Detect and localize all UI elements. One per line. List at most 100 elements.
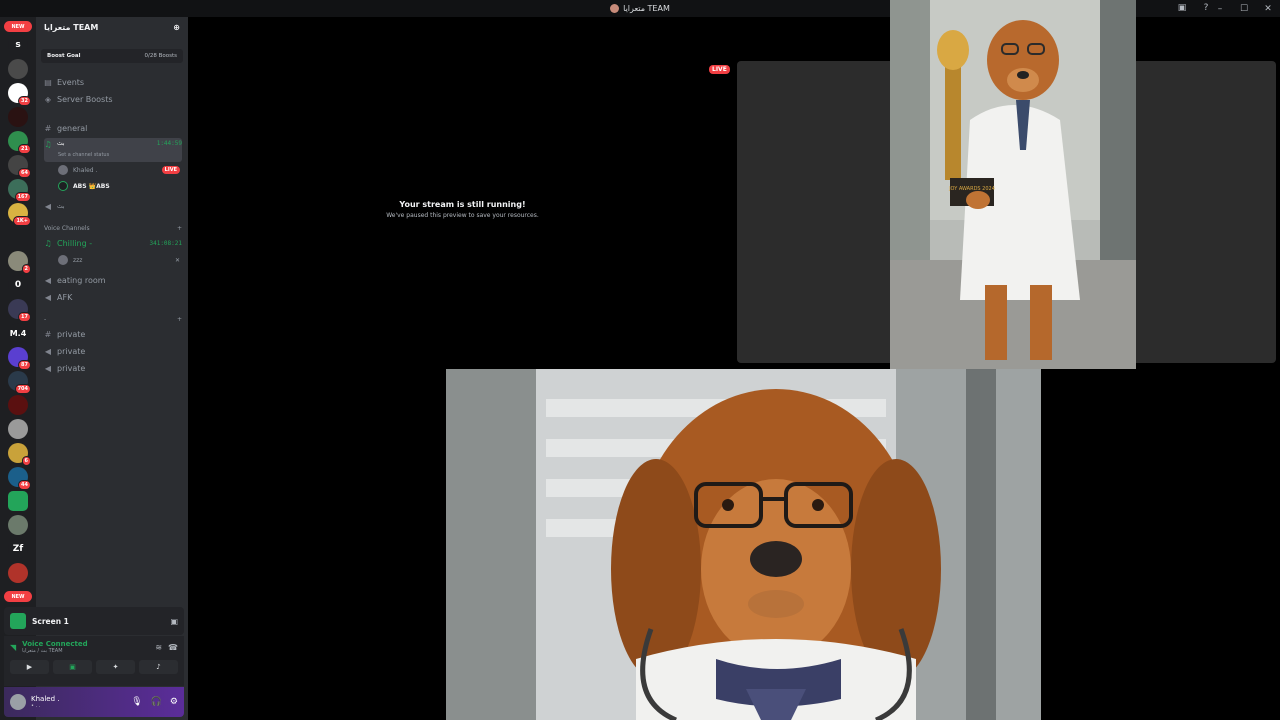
maximize-button[interactable]: ☐ <box>1232 4 1256 14</box>
channel-label: private <box>57 329 86 339</box>
plus-icon[interactable]: + <box>177 316 182 323</box>
channel-private-2[interactable]: ◀ private <box>44 344 182 358</box>
live-badge: LIVE <box>161 166 180 174</box>
disconnect-icon[interactable]: ☎ <box>168 643 178 652</box>
new-badge[interactable]: NEW <box>4 21 32 32</box>
server-icon[interactable] <box>8 395 28 415</box>
server-icon[interactable]: 21 <box>8 131 31 154</box>
server-icon[interactable]: 6 <box>8 443 31 466</box>
server-m4[interactable]: M.4 <box>8 323 28 343</box>
signal-icon[interactable]: ◥ <box>10 643 16 652</box>
gear-icon[interactable]: ⚙ <box>170 697 178 707</box>
voice-channel-chilling[interactable]: ♫ Chilling - 341:08:21 <box>44 236 182 250</box>
avatar[interactable] <box>10 694 26 710</box>
stop-stream-icon[interactable]: ▣ <box>170 617 178 626</box>
channel-label: private <box>57 346 86 356</box>
voice-location[interactable]: بث / متعرايا TEAM <box>22 648 88 654</box>
voice-user-name: ABS 👑ABS <box>73 182 110 190</box>
add-member-icon[interactable]: ⊕ <box>173 23 180 32</box>
server-0[interactable]: 0 <box>8 275 28 295</box>
mention-badge: 44 <box>18 480 31 490</box>
server-icon[interactable]: 87 <box>8 347 31 370</box>
server-s[interactable]: s <box>8 35 28 55</box>
camera-button[interactable]: ▶ <box>10 660 49 674</box>
mention-badge: 704 <box>14 384 31 394</box>
events-item[interactable]: ▤ Events <box>44 75 182 89</box>
boost-goal-label: Boost Goal <box>47 53 81 59</box>
server-icon[interactable]: 2 <box>8 251 31 274</box>
voice-channel-afk[interactable]: ◀ AFK <box>44 290 182 304</box>
voice-channel-eating-room[interactable]: ◀ eating room <box>44 273 182 287</box>
server-icon[interactable]: 44 <box>8 467 31 490</box>
server-icon[interactable]: 64 <box>8 155 31 178</box>
category-label: Voice Channels <box>44 225 90 232</box>
server-icon[interactable]: 704 <box>8 371 31 394</box>
server-icon[interactable]: 17 <box>8 299 31 322</box>
voice-channel-active[interactable]: ♫ بث 1:44:59 <box>44 138 182 162</box>
voice-user-name: Khaled . <box>73 166 98 174</box>
server-icon[interactable] <box>8 563 28 583</box>
minimize-button[interactable]: – <box>1208 4 1232 14</box>
channel-general-label: general <box>57 123 88 133</box>
hashtag-lock-icon: # <box>44 329 52 339</box>
stream-paused-notice: Your stream is still running! We've paus… <box>190 200 735 219</box>
hashtag-icon: # <box>44 123 52 133</box>
screen-label: Screen 1 <box>32 616 69 626</box>
server-icon[interactable] <box>8 515 28 535</box>
screen-share-panel[interactable]: Screen 1 ▣ <box>4 607 184 635</box>
speaker-icon: ♫ <box>44 140 52 149</box>
speaker-icon: ◀ <box>44 292 52 302</box>
server-name: متعرايا TEAM <box>44 22 99 32</box>
channel-private-3[interactable]: ◀ private <box>44 361 182 375</box>
mention-badge: 64 <box>18 168 31 178</box>
paused-title: Your stream is still running! <box>399 200 526 209</box>
speaker-icon: ♫ <box>44 238 52 248</box>
mention-badge: 1K+ <box>13 216 31 226</box>
category-voice-channels[interactable]: Voice Channels + <box>44 225 182 232</box>
boost-goal-bar[interactable]: Boost Goal 0/28 Boosts <box>41 49 183 63</box>
voice-user-zzz[interactable]: zzz ✕ <box>58 255 180 265</box>
server-icon[interactable]: 167 <box>8 179 31 202</box>
voice-channel-label: eating room <box>57 275 106 285</box>
live-badge: LIVE <box>709 65 730 74</box>
speaker-lock-icon: ◀ <box>44 363 52 373</box>
noise-suppression-icon[interactable]: ≋ <box>155 643 162 652</box>
voice-timer: 1:44:59 <box>156 140 182 147</box>
titlebar-icons: ▣ ? <box>1176 2 1212 14</box>
server-icon[interactable] <box>8 419 28 439</box>
channel-label: private <box>57 363 86 373</box>
username[interactable]: Khaled . <box>31 695 59 703</box>
voice-user-khaled[interactable]: Khaled . LIVE <box>58 165 180 175</box>
voice-user-abs[interactable]: ABS 👑ABS <box>58 181 110 191</box>
set-channel-status[interactable]: Set a channel status <box>58 152 109 158</box>
server-icon[interactable]: 32 <box>8 83 31 106</box>
inbox-icon[interactable]: ▣ <box>1176 2 1188 14</box>
avatar <box>58 165 68 175</box>
microphone-icon[interactable]: 🎙 <box>131 697 142 707</box>
voice-connected-label[interactable]: Voice Connected <box>22 640 88 648</box>
server-icon[interactable] <box>8 491 28 511</box>
server-header[interactable]: متعرايا TEAM ⊕ <box>36 17 188 37</box>
server-icon[interactable] <box>8 107 28 127</box>
voice-channel-2[interactable]: ◀ بث <box>44 199 182 213</box>
server-boosts-item[interactable]: ◈ Server Boosts <box>44 92 182 106</box>
activities-button[interactable]: ✦ <box>96 660 135 674</box>
close-button[interactable]: ✕ <box>1256 4 1280 14</box>
server-icon[interactable] <box>8 59 28 79</box>
channel-general[interactable]: # general <box>44 121 182 135</box>
category-label: - <box>44 316 47 323</box>
new-badge[interactable]: NEW <box>4 591 32 602</box>
server-zf[interactable]: Zf <box>8 539 28 559</box>
soundboard-button[interactable]: ♪ <box>139 660 178 674</box>
headphones-icon[interactable]: 🎧 <box>151 697 162 707</box>
dog-closeup-photo <box>446 369 1041 720</box>
share-screen-button[interactable]: ▣ <box>53 660 92 674</box>
channel-private-1[interactable]: # private <box>44 327 182 341</box>
events-label: Events <box>57 77 85 87</box>
plus-icon[interactable]: + <box>177 225 182 232</box>
voice-timer: 341:08:21 <box>149 239 182 247</box>
server-icon[interactable] <box>8 227 28 247</box>
category-3[interactable]: - + <box>44 316 182 323</box>
server-icon[interactable]: 1K+ <box>8 203 31 226</box>
user-status: • . . <box>31 703 41 709</box>
